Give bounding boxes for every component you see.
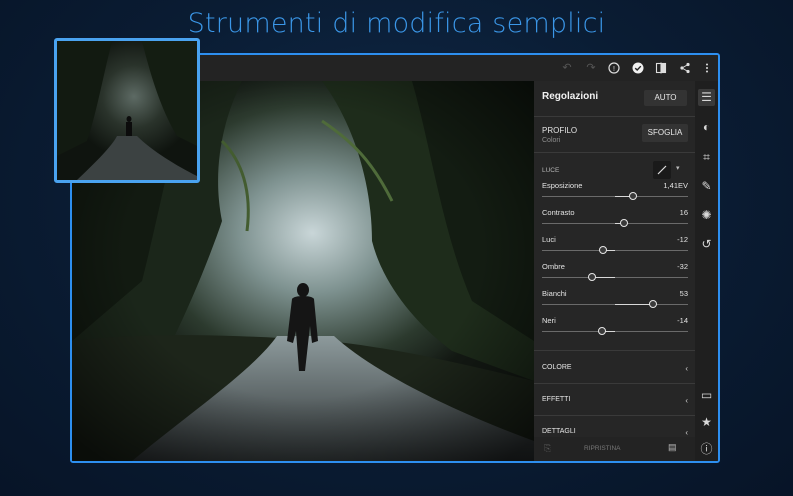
slider-label: Luci [542,235,556,244]
slider-track[interactable] [542,250,688,251]
curve-button[interactable] [653,161,671,179]
redo-icon[interactable]: ↷ [583,60,599,76]
svg-text:!: ! [613,66,615,73]
undo-icon[interactable]: ↶ [559,60,575,76]
slider-value: -14 [677,316,688,325]
info-icon[interactable]: ⓘ [698,441,715,458]
crop-icon[interactable]: ⌗ [698,149,715,166]
divider [534,415,695,416]
headline: Strumenti di modifica semplici [187,8,606,39]
profile-label: PROFILO [542,126,578,135]
slider-value: -12 [677,235,688,244]
slider-knob[interactable] [587,273,596,281]
slider-esposizione[interactable]: Esposizione 1,41EV [542,181,688,207]
more-icon[interactable] [699,60,715,76]
slider-luci[interactable]: Luci -12 [542,235,688,261]
slider-value: 53 [679,289,688,298]
filter-icon[interactable]: ✺ [698,207,715,224]
slider-track[interactable] [542,331,688,332]
slider-value: -32 [677,262,688,271]
profile-value: Colori [542,137,561,144]
browse-profiles-button[interactable]: SFOGLIA [642,124,688,142]
help-icon[interactable]: ! [606,60,622,76]
tool-rail: ☰ ◐ ⌗ ✎ ✺ ↺ ▭ ★ ⓘ [695,81,718,461]
slider-label: Ombre [542,262,565,271]
color-mix-icon[interactable]: ◐ [698,119,715,136]
slider-value: 16 [679,208,688,217]
slider-ombre[interactable]: Ombre -32 [542,262,688,288]
divider [534,350,695,351]
slider-label: Contrasto [542,208,575,217]
slider-track[interactable] [542,277,688,278]
slider-knob[interactable] [628,192,637,200]
star-icon[interactable]: ★ [698,414,715,431]
share-icon[interactable] [677,60,693,76]
chevron-icon: ‹ [685,364,688,373]
section-effetti[interactable]: EFFETTI ‹ [542,396,688,405]
before-thumbnail [54,38,200,183]
light-section-label: LUCE [542,167,560,174]
section-label: EFFETTI [542,396,571,403]
panel-footer: ⎘ RIPRISTINA ▤ [534,437,695,461]
auto-button[interactable]: AUTO [644,90,687,106]
divider [534,383,695,384]
slider-knob[interactable] [648,300,657,308]
comment-icon[interactable]: ▭ [698,387,715,404]
divider [534,152,695,153]
chevron-icon: ‹ [685,396,688,405]
slider-knob[interactable] [597,327,606,335]
collapse-light-icon[interactable]: ▾ [676,164,680,172]
slider-label: Neri [542,316,556,325]
slider-value: 1,41EV [663,181,688,190]
slider-label: Bianchi [542,289,567,298]
section-dettagli[interactable]: DETTAGLI ‹ [542,428,688,437]
history-icon[interactable]: ↺ [698,236,715,253]
sliders-icon[interactable]: ☰ [698,89,715,106]
chevron-icon: ‹ [685,428,688,437]
panel-title: Regolazioni [542,91,599,102]
slider-knob[interactable] [599,246,608,254]
section-colore[interactable]: COLORE ‹ [542,364,688,373]
slider-fill [615,304,653,305]
slider-neri[interactable]: Neri -14 [542,316,688,342]
healing-brush-icon[interactable]: ✎ [698,178,715,195]
slider-label: Esposizione [542,181,583,190]
check-circle-icon[interactable] [630,60,646,76]
section-label: COLORE [542,364,572,371]
section-label: DETTAGLI [542,428,576,435]
slider-bianchi[interactable]: Bianchi 53 [542,289,688,315]
curve-icon [657,165,667,175]
compare-icon[interactable] [653,60,669,76]
slider-knob[interactable] [619,219,628,227]
slider-contrasto[interactable]: Contrasto 16 [542,208,688,234]
reset-button[interactable]: RIPRISTINA [584,445,620,452]
adjustments-panel: Regolazioni AUTO PROFILO Colori SFOGLIA … [534,81,695,461]
divider [534,116,695,117]
copy-settings-icon[interactable]: ⎘ [544,443,551,454]
presets-icon[interactable]: ▤ [668,442,677,453]
